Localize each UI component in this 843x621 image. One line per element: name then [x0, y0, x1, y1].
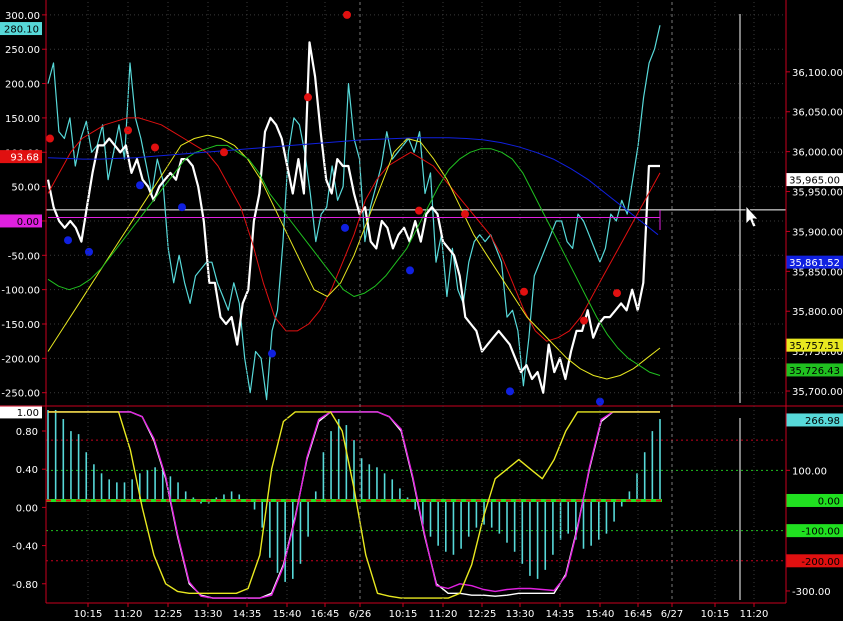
left-tick-label: 250.00	[5, 45, 40, 56]
time-tick-label: 12:25	[468, 609, 497, 620]
signal-dot-red	[46, 134, 54, 143]
osc-value-label-text: 266.98	[805, 416, 840, 427]
time-tick-label: 12:25	[154, 609, 183, 620]
right-tick-label: 36,000.00	[792, 148, 843, 159]
left-tick-label: 200.00	[5, 80, 40, 91]
time-tick-label: 10:15	[74, 609, 103, 620]
left-tick-label: 150.00	[5, 114, 40, 125]
time-tick-label: 15:40	[273, 609, 302, 620]
left-tick-label: -200.00	[1, 354, 40, 365]
signal-dot-red	[580, 316, 588, 325]
right-tick-label: 36,100.00	[792, 68, 843, 79]
left-tick-label: -250.00	[1, 389, 40, 400]
signal-dot-blue	[406, 266, 414, 275]
time-tick-label: 10:15	[701, 609, 730, 620]
time-tick-label: 13:30	[194, 609, 223, 620]
chart-root: 300.00 250.00 200.00 150.00 100.00 50.00 0.00 -…	[0, 0, 843, 621]
signal-dot-blue	[64, 236, 72, 245]
time-tick-label: 16:45	[624, 609, 653, 620]
signal-dot-red	[461, 210, 469, 219]
signal-dot-blue	[506, 387, 514, 396]
value-label-text: 93.68	[10, 153, 39, 164]
osc-value-label-text: 0.00	[818, 496, 840, 507]
osc-left-tick-label: -0.40	[12, 542, 38, 553]
osc-value-label-text: -200.00	[801, 557, 840, 568]
value-label-text: 35,965.00	[789, 176, 840, 187]
right-tick-label: 35,950.00	[792, 188, 843, 199]
left-tick-label: 50.00	[11, 183, 40, 194]
time-tick-label: 14:35	[233, 609, 262, 620]
signal-dot-red	[343, 10, 351, 19]
osc-right-tick-label: -300.00	[792, 587, 831, 598]
value-label-text: 280.10	[4, 25, 39, 36]
time-tick-label: 6/26	[349, 609, 371, 620]
signal-dot-red	[415, 206, 423, 215]
signal-dot-red	[151, 143, 159, 152]
right-tick-label: 35,700.00	[792, 387, 843, 398]
osc-value-label-text: -100.00	[801, 527, 840, 538]
time-tick-label: 11:20	[740, 609, 769, 620]
time-tick-label: 13:30	[506, 609, 535, 620]
osc-left-tick-label: 0.40	[16, 465, 38, 476]
right-tick-label: 35,800.00	[792, 307, 843, 318]
time-tick-label: 6/27	[661, 609, 683, 620]
signal-dot-blue	[85, 247, 93, 256]
time-tick-label: 14:35	[546, 609, 575, 620]
signal-dot-red	[520, 287, 528, 296]
osc-left-tick-label: -0.80	[12, 580, 38, 591]
left-tick-label: -100.00	[1, 286, 40, 297]
time-tick-label: 10:15	[389, 609, 418, 620]
signal-dot-blue	[268, 349, 276, 358]
signal-dot-blue	[178, 203, 186, 212]
signal-dot-blue	[341, 223, 349, 232]
value-label-text: 35,726.43	[789, 366, 840, 377]
signal-dot-red	[220, 148, 228, 157]
value-label-text: 35,861.52	[789, 258, 840, 269]
value-label-text: 0.00	[17, 217, 39, 228]
chart-background	[0, 0, 843, 621]
left-tick-label: -150.00	[1, 320, 40, 331]
signal-dot-red	[304, 93, 312, 102]
signal-dot-blue	[136, 181, 144, 190]
osc-left-tick-label: 0.00	[16, 503, 38, 514]
osc-top-value-label: 1.00	[17, 408, 39, 419]
time-tick-label: 15:40	[586, 609, 615, 620]
value-label-text: 35,757.51	[789, 341, 840, 352]
left-tick-label: 300.00	[5, 11, 40, 22]
left-tick-label: -50.00	[8, 251, 40, 262]
time-tick-label: 11:20	[429, 609, 458, 620]
osc-left-tick-label: 0.80	[16, 427, 38, 438]
time-tick-label: 16:45	[311, 609, 340, 620]
right-tick-label: 35,900.00	[792, 227, 843, 238]
right-tick-label: 36,050.00	[792, 108, 843, 119]
osc-right-tick-label: 100.00	[792, 466, 827, 477]
signal-dot-red	[613, 289, 621, 298]
time-tick-label: 11:20	[114, 609, 143, 620]
